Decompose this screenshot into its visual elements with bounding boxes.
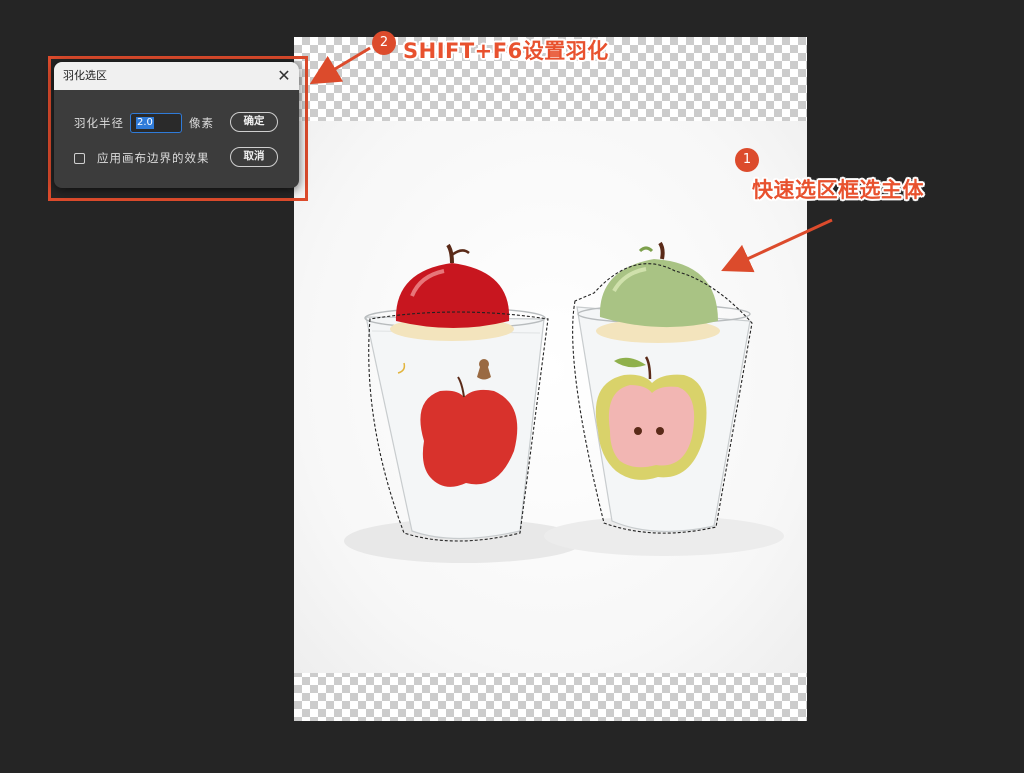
step-2-annotation: SHIFT+F6设置羽化	[403, 39, 609, 63]
arrow-icon	[309, 46, 371, 85]
step-1-annotation: 快速选区框选主体	[752, 178, 924, 202]
step-1-badge: 1	[735, 148, 759, 172]
step-2-badge: 2	[372, 31, 396, 55]
arrow-icon	[721, 218, 833, 273]
annotation-arrows	[309, 46, 833, 273]
